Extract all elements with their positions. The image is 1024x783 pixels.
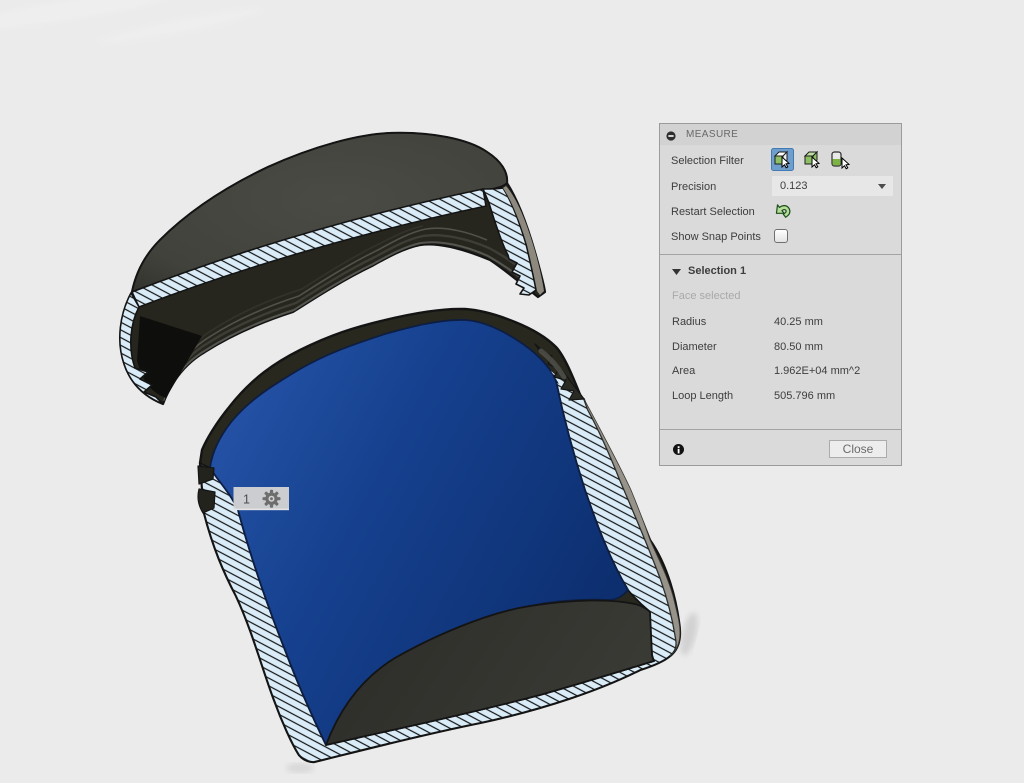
- svg-text:1: 1: [243, 493, 250, 507]
